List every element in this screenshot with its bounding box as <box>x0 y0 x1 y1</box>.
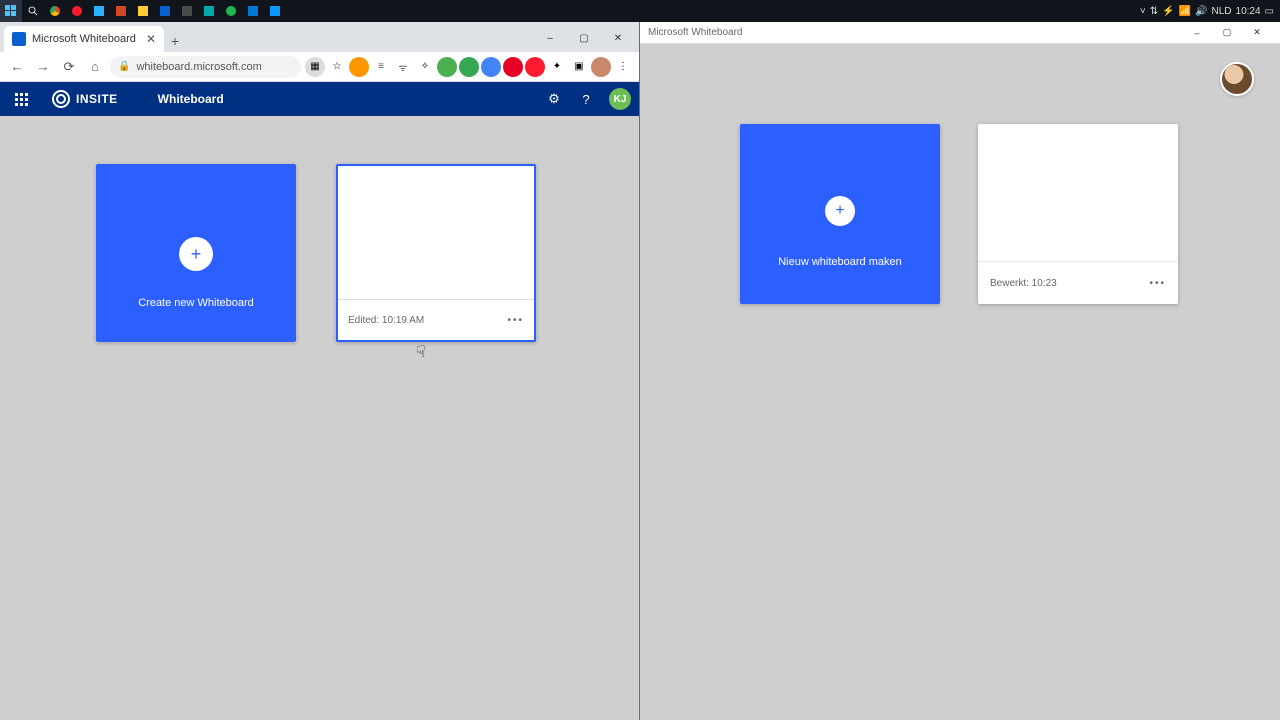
whiteboard-edited-label: Edited: 10:19 AM <box>348 315 424 326</box>
native-body: + Nieuw whiteboard maken Bewerkt: 10:23 … <box>640 44 1280 720</box>
plus-icon: + <box>179 237 213 271</box>
native-title-text: Microsoft Whiteboard <box>648 27 742 38</box>
task-app-3[interactable] <box>88 0 110 22</box>
whiteboard-native-window: Microsoft Whiteboard – ▢ ✕ + Nieuw white… <box>640 22 1280 720</box>
native-user-avatar[interactable] <box>1220 62 1254 96</box>
task-outlook[interactable] <box>154 0 176 22</box>
chrome-maximize-button[interactable]: ▢ <box>567 24 601 52</box>
native-tile-more-button[interactable]: ••• <box>1149 278 1166 289</box>
system-tray[interactable]: ˅ ⇅ ⚡ 📶 🔊 NLD 10:24 ▭ <box>1134 6 1280 17</box>
chrome-window: Microsoft Whiteboard ✕ + – ▢ ✕ ← → ⟳ ⌂ 🔒… <box>0 22 640 720</box>
native-whiteboard-tile[interactable]: Bewerkt: 10:23 ••• <box>978 124 1178 304</box>
task-powerpoint[interactable] <box>110 0 132 22</box>
task-spotify[interactable] <box>220 0 242 22</box>
whiteboard-preview <box>338 166 534 300</box>
new-tab-button[interactable]: + <box>164 30 186 52</box>
task-opera[interactable] <box>66 0 88 22</box>
windows-taskbar: ˅ ⇅ ⚡ 📶 🔊 NLD 10:24 ▭ <box>0 0 1280 22</box>
reload-button[interactable]: ⟳ <box>58 56 80 78</box>
task-chrome[interactable] <box>44 0 66 22</box>
whiteboard-web-header: INSITE Whiteboard ⚙ ? KJ <box>0 82 639 116</box>
home-button[interactable]: ⌂ <box>84 56 106 78</box>
tray-lang[interactable]: NLD <box>1212 6 1232 17</box>
forward-button[interactable]: → <box>32 56 54 78</box>
help-icon[interactable]: ? <box>577 90 595 108</box>
address-bar[interactable]: 🔒 whiteboard.microsoft.com <box>110 56 301 78</box>
plus-icon: + <box>825 196 855 226</box>
task-app-7[interactable] <box>176 0 198 22</box>
tray-wifi-icon[interactable]: 📶 <box>1179 6 1191 17</box>
browser-tab[interactable]: Microsoft Whiteboard ✕ <box>4 26 164 52</box>
whiteboard-tile[interactable]: Edited: 10:19 AM ••• <box>336 164 536 342</box>
ext-opera[interactable] <box>525 57 545 77</box>
ext-6[interactable]: ✧ <box>415 57 435 77</box>
whiteboard-web-body: + Create new Whiteboard Edited: 10:19 AM… <box>0 116 639 720</box>
ext-5[interactable]: ᯤ <box>393 57 413 77</box>
native-create-whiteboard-tile[interactable]: + Nieuw whiteboard maken <box>740 124 940 304</box>
tab-title: Microsoft Whiteboard <box>32 33 136 45</box>
chrome-menu-button[interactable]: ⋮ <box>613 57 633 77</box>
native-titlebar: Microsoft Whiteboard – ▢ ✕ <box>640 22 1280 44</box>
tab-favicon <box>12 32 26 46</box>
user-avatar[interactable]: KJ <box>609 88 631 110</box>
extensions-row: ▦ ☆ ≡ ᯤ ✧ ✦ ▣ ⋮ <box>305 57 633 77</box>
search-icon[interactable] <box>22 0 44 22</box>
settings-gear-icon[interactable]: ⚙ <box>545 90 563 108</box>
native-minimize-button[interactable]: – <box>1182 23 1212 43</box>
ext-9[interactable] <box>481 57 501 77</box>
task-files[interactable] <box>132 0 154 22</box>
ext-pinterest[interactable] <box>503 57 523 77</box>
native-edited-label: Bewerkt: 10:23 <box>990 278 1057 289</box>
create-whiteboard-tile[interactable]: + Create new Whiteboard <box>96 164 296 342</box>
back-button[interactable]: ← <box>6 56 28 78</box>
cast-icon[interactable]: ▣ <box>569 57 589 77</box>
native-maximize-button[interactable]: ▢ <box>1212 23 1242 43</box>
create-whiteboard-label: Create new Whiteboard <box>138 297 254 309</box>
brand-logo-icon <box>52 90 70 108</box>
native-whiteboard-preview <box>978 124 1178 262</box>
url-text: whiteboard.microsoft.com <box>136 61 261 73</box>
start-button[interactable] <box>0 0 22 22</box>
tray-notifications-icon[interactable]: ▭ <box>1265 6 1274 17</box>
native-close-button[interactable]: ✕ <box>1242 23 1272 43</box>
tray-power-icon[interactable]: ⚡ <box>1162 6 1174 17</box>
profile-avatar[interactable] <box>591 57 611 77</box>
ext-3[interactable] <box>349 57 369 77</box>
chrome-tabstrip: Microsoft Whiteboard ✕ + – ▢ ✕ <box>0 22 639 52</box>
tray-clock[interactable]: 10:24 <box>1236 6 1261 17</box>
task-store[interactable] <box>242 0 264 22</box>
chrome-toolbar: ← → ⟳ ⌂ 🔒 whiteboard.microsoft.com ▦ ☆ ≡… <box>0 52 639 82</box>
tray-chevron-icon[interactable]: ˅ <box>1140 6 1146 17</box>
brand: INSITE <box>52 90 118 108</box>
mouse-cursor-icon: ☟ <box>416 342 426 362</box>
chrome-minimize-button[interactable]: – <box>533 24 567 52</box>
bookmark-star-icon[interactable]: ☆ <box>327 57 347 77</box>
native-create-label: Nieuw whiteboard maken <box>778 256 902 268</box>
tile-more-button[interactable]: ••• <box>507 315 524 326</box>
task-app-11[interactable] <box>264 0 286 22</box>
tray-sync-icon[interactable]: ⇅ <box>1150 6 1158 17</box>
ext-1[interactable]: ▦ <box>305 57 325 77</box>
tray-volume-icon[interactable]: 🔊 <box>1195 6 1207 17</box>
ext-8[interactable] <box>459 57 479 77</box>
lock-icon: 🔒 <box>118 61 130 72</box>
brand-text: INSITE <box>76 92 118 106</box>
ext-4[interactable]: ≡ <box>371 57 391 77</box>
task-app-8[interactable] <box>198 0 220 22</box>
app-launcher-button[interactable] <box>8 86 34 112</box>
page-title: Whiteboard <box>158 92 224 106</box>
ext-7[interactable] <box>437 57 457 77</box>
tab-close-icon[interactable]: ✕ <box>146 32 156 46</box>
chrome-close-button[interactable]: ✕ <box>601 24 635 52</box>
extensions-puzzle-icon[interactable]: ✦ <box>547 57 567 77</box>
